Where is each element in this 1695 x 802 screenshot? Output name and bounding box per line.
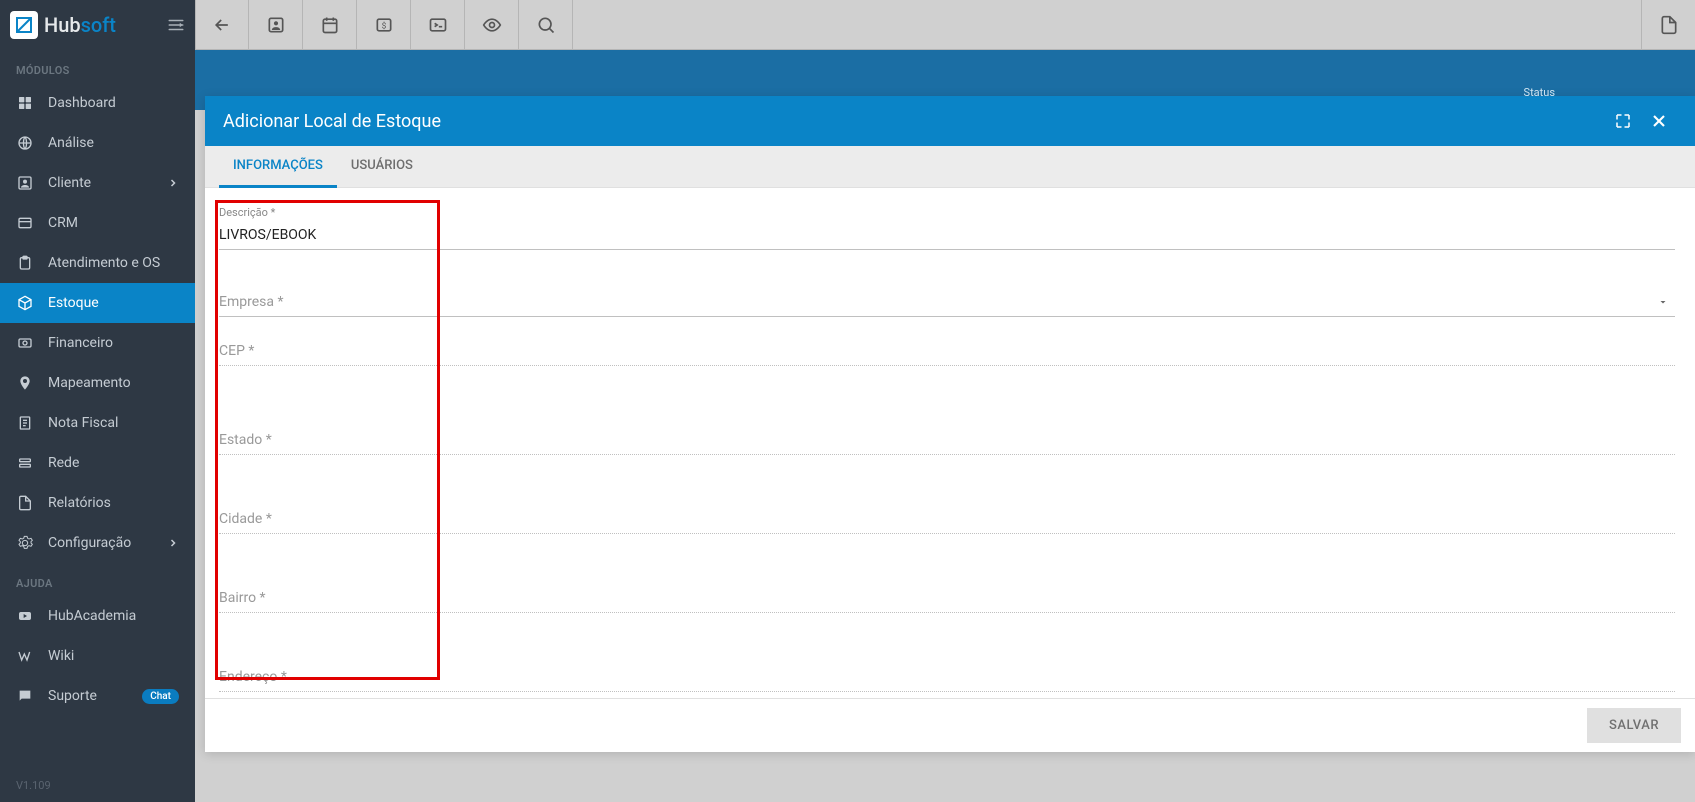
tab-usuarios[interactable]: USUÁRIOS xyxy=(337,146,427,188)
chevron-right-icon xyxy=(167,177,179,189)
contact-button[interactable] xyxy=(249,0,303,50)
card-icon xyxy=(16,214,34,232)
nav-label: Wiki xyxy=(48,648,74,664)
sidebar-item-relatorios[interactable]: Relatórios xyxy=(0,483,195,523)
nav-label: Dashboard xyxy=(48,95,116,111)
chevron-right-icon xyxy=(167,537,179,549)
modal-tabs: INFORMAÇÕES USUÁRIOS xyxy=(205,146,1695,188)
terminal-button[interactable] xyxy=(411,0,465,50)
descricao-label: Descrição * xyxy=(219,206,1675,219)
sidebar-item-suporte[interactable]: Suporte Chat xyxy=(0,676,195,716)
network-icon xyxy=(16,454,34,472)
sidebar-item-mapeamento[interactable]: Mapeamento xyxy=(0,363,195,403)
dashboard-icon xyxy=(16,94,34,112)
video-icon xyxy=(16,607,34,625)
back-button[interactable] xyxy=(195,0,249,50)
sidebar-item-rede[interactable]: Rede xyxy=(0,443,195,483)
gear-icon xyxy=(16,534,34,552)
cep-input[interactable] xyxy=(219,337,1675,366)
sidebar-item-atendimento[interactable]: Atendimento e OS xyxy=(0,243,195,283)
logo-row: Hubsoft xyxy=(0,0,195,50)
top-toolbar: $ xyxy=(195,0,1695,50)
sidebar-item-hubacademia[interactable]: HubAcademia xyxy=(0,596,195,636)
modal-add-local-estoque: Adicionar Local de Estoque INFORMAÇÕES U… xyxy=(205,96,1695,752)
bairro-input[interactable] xyxy=(219,584,1675,613)
close-button[interactable] xyxy=(1641,103,1677,139)
globe-icon xyxy=(16,134,34,152)
nav-label: Nota Fiscal xyxy=(48,415,118,431)
sidebar-section-modulos: MÓDULOS xyxy=(0,50,195,83)
save-button[interactable]: SALVAR xyxy=(1587,708,1681,743)
sidebar-item-wiki[interactable]: Wiki xyxy=(0,636,195,676)
receipt-icon xyxy=(16,414,34,432)
nav-label: Configuração xyxy=(48,535,131,551)
form-body: Descrição * xyxy=(205,188,1695,698)
sidebar-item-analise[interactable]: Análise xyxy=(0,123,195,163)
billing-button[interactable]: $ xyxy=(357,0,411,50)
logo-mark-icon xyxy=(10,11,38,39)
estado-input[interactable] xyxy=(219,426,1675,455)
svg-text:$: $ xyxy=(381,20,386,31)
file-icon xyxy=(16,494,34,512)
nav-label: Relatórios xyxy=(48,495,111,511)
fullscreen-button[interactable] xyxy=(1605,103,1641,139)
nav-label: Financeiro xyxy=(48,335,113,351)
map-pin-icon xyxy=(16,374,34,392)
pdf-button[interactable] xyxy=(1641,0,1695,50)
modal-header: Adicionar Local de Estoque xyxy=(205,96,1695,146)
money-icon xyxy=(16,334,34,352)
search-button[interactable] xyxy=(519,0,573,50)
endereco-input[interactable] xyxy=(219,663,1675,692)
sidebar-section-ajuda: AJUDA xyxy=(0,563,195,596)
field-estado xyxy=(219,426,1675,455)
field-endereco xyxy=(219,663,1675,692)
sidebar-item-cliente[interactable]: Cliente xyxy=(0,163,195,203)
visibility-button[interactable] xyxy=(465,0,519,50)
field-cep xyxy=(219,337,1675,366)
nav-label: HubAcademia xyxy=(48,608,136,624)
field-bairro xyxy=(219,584,1675,613)
descricao-input[interactable] xyxy=(219,221,1675,250)
field-empresa xyxy=(219,288,1675,317)
chat-icon xyxy=(16,687,34,705)
modal-title: Adicionar Local de Estoque xyxy=(223,111,441,132)
field-descricao: Descrição * xyxy=(219,206,1675,250)
status-label: Status xyxy=(1524,86,1555,99)
nav-label: Análise xyxy=(48,135,94,151)
package-icon xyxy=(16,294,34,312)
wiki-icon xyxy=(16,647,34,665)
nav-label: Mapeamento xyxy=(48,375,131,391)
modal-footer: SALVAR xyxy=(205,698,1695,752)
empresa-select[interactable] xyxy=(219,288,1675,317)
clipboard-icon xyxy=(16,254,34,272)
sidebar-item-financeiro[interactable]: Financeiro xyxy=(0,323,195,363)
tab-informacoes[interactable]: INFORMAÇÕES xyxy=(219,146,337,188)
sidebar-item-estoque[interactable]: Estoque xyxy=(0,283,195,323)
sidebar-item-dashboard[interactable]: Dashboard xyxy=(0,83,195,123)
nav-label: Atendimento e OS xyxy=(48,255,160,271)
chat-badge: Chat xyxy=(142,689,179,704)
version-label: V1.109 xyxy=(0,769,195,802)
user-box-icon xyxy=(16,174,34,192)
sidebar-item-crm[interactable]: CRM xyxy=(0,203,195,243)
sidebar-item-notafiscal[interactable]: Nota Fiscal xyxy=(0,403,195,443)
nav-label: Estoque xyxy=(48,295,99,311)
cidade-input[interactable] xyxy=(219,505,1675,534)
logo-text: Hubsoft xyxy=(44,13,116,37)
collapse-sidebar-icon[interactable] xyxy=(167,16,185,34)
field-cidade xyxy=(219,505,1675,534)
nav-label: Cliente xyxy=(48,175,91,191)
sidebar-item-configuracao[interactable]: Configuração xyxy=(0,523,195,563)
nav-label: Suporte xyxy=(48,688,97,704)
calendar-button[interactable] xyxy=(303,0,357,50)
sidebar: Hubsoft MÓDULOS Dashboard Análise Client… xyxy=(0,0,195,802)
nav-label: Rede xyxy=(48,455,79,471)
nav-label: CRM xyxy=(48,215,78,231)
